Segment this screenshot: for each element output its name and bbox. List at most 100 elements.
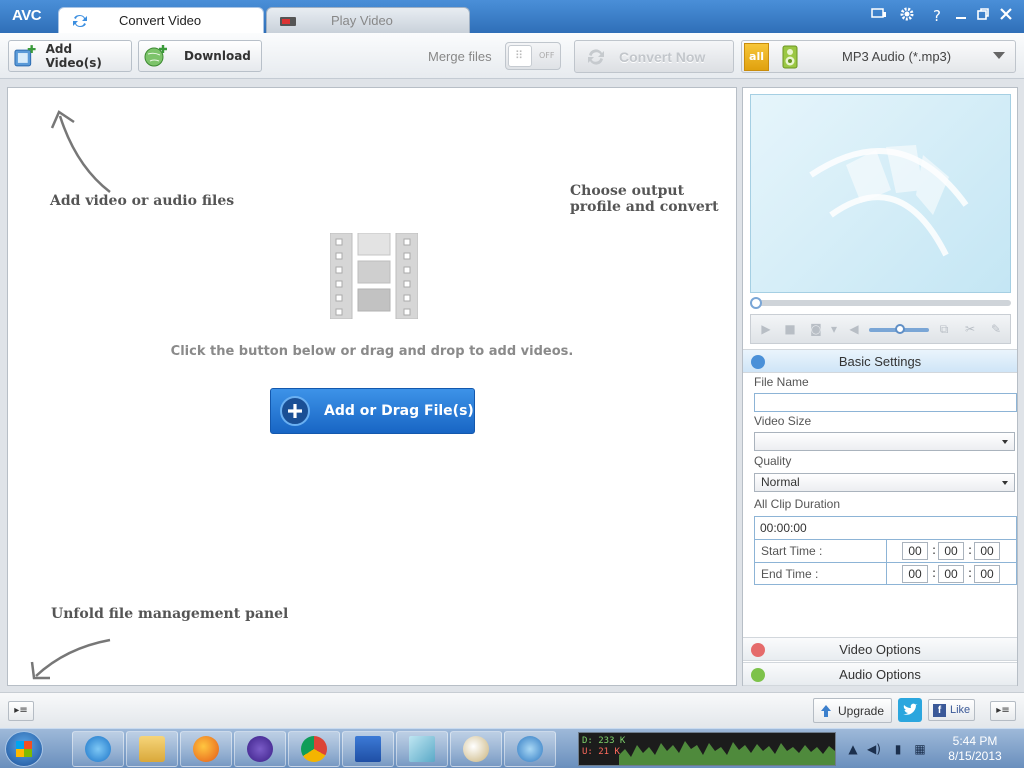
taskbar-firefox[interactable]	[180, 731, 232, 767]
crop-icon[interactable]: ⧉	[937, 322, 951, 336]
file-name-label: File Name	[754, 375, 809, 389]
add-videos-button[interactable]: Add Video(s)	[8, 40, 132, 72]
bittorrent-icon	[247, 736, 273, 762]
file-drop-area[interactable]: Add video or audio files Choose output p…	[7, 87, 737, 686]
tab-play-video[interactable]: Play Video	[266, 7, 470, 33]
tab-convert-video[interactable]: Convert Video	[58, 7, 264, 33]
convert-now-button[interactable]: Convert Now	[574, 40, 734, 73]
taskbar-word[interactable]	[342, 731, 394, 767]
basic-settings-header[interactable]: Basic Settings	[743, 349, 1017, 373]
cut-icon[interactable]: ✂	[963, 322, 977, 336]
twitter-icon[interactable]	[898, 698, 922, 722]
restore-icon[interactable]	[972, 6, 994, 26]
tray-expand-icon[interactable]: ▲	[845, 741, 861, 757]
chevron-down-icon[interactable]	[993, 52, 1005, 59]
convert-now-label: Convert Now	[619, 48, 706, 65]
divider	[886, 563, 887, 585]
seek-bar[interactable]	[751, 300, 1011, 306]
internet-explorer-icon	[85, 736, 111, 762]
taskbar-bittorrent[interactable]	[234, 731, 286, 767]
video-options-title: Video Options	[839, 642, 921, 657]
help-icon[interactable]: ?	[926, 6, 948, 26]
clock-date: 8/15/2013	[948, 749, 1002, 763]
merge-files-toggle[interactable]: OFF	[505, 42, 561, 70]
expand-panel-button[interactable]: ▸≡	[990, 701, 1016, 721]
toggle-knob	[508, 45, 532, 67]
download-rate: D: 233 K	[582, 736, 626, 746]
volume-icon[interactable]: ◀	[847, 322, 861, 336]
add-or-drag-files-button[interactable]: Add or Drag File(s)	[270, 388, 475, 434]
effects-wand-icon[interactable]: ✎	[989, 322, 1003, 336]
windows-taskbar: D: 233 K U: 21 K ▲ ◀) ▮ ▦ 5:44 PM 8/15/2…	[0, 728, 1024, 768]
add-video-icon	[14, 45, 36, 67]
bottom-bar: ▸≡ Upgrade f Like ▸≡	[0, 692, 1024, 728]
paint-icon	[463, 736, 489, 762]
clip-duration-label: All Clip Duration	[754, 497, 841, 511]
video-preview	[750, 94, 1011, 293]
output-profile-select[interactable]: all MP3 Audio (*.mp3)	[741, 40, 1016, 73]
tab-convert-label: Convert Video	[119, 13, 202, 28]
like-label: Like	[950, 704, 971, 716]
upgrade-button[interactable]: Upgrade	[813, 698, 892, 723]
monitor-icon[interactable]	[868, 6, 890, 26]
download-button[interactable]: Download	[138, 40, 262, 72]
stop-icon[interactable]: ■	[783, 322, 797, 336]
minimize-icon[interactable]	[950, 6, 972, 26]
audio-options-header[interactable]: Audio Options	[743, 662, 1017, 686]
player-controls: ▶ ■ ◙ ▾ ◀ ⧉ ✂ ✎	[750, 314, 1011, 344]
hint-add-files: Add video or audio files	[50, 193, 235, 209]
all-profiles-icon[interactable]: all	[744, 42, 769, 71]
end-hours-input[interactable]: 00	[902, 565, 928, 583]
video-options-icon	[751, 643, 765, 657]
time-colon: :	[932, 543, 937, 557]
volume-handle[interactable]	[895, 324, 905, 334]
taskbar-explorer[interactable]	[126, 731, 178, 767]
profile-value: MP3 Audio (*.mp3)	[842, 49, 952, 64]
start-seconds-input[interactable]: 00	[974, 542, 1000, 560]
speaker-profile-icon[interactable]	[777, 43, 802, 71]
taskbar-network-app[interactable]	[504, 731, 556, 767]
end-minutes-input[interactable]: 00	[938, 565, 964, 583]
power-icon[interactable]: ▮	[890, 741, 906, 757]
taskbar-chrome[interactable]	[288, 731, 340, 767]
taskbar-paint[interactable]	[450, 731, 502, 767]
quality-select[interactable]: Normal	[754, 473, 1015, 492]
start-minutes-input[interactable]: 00	[938, 542, 964, 560]
chevron-down-icon	[1002, 440, 1008, 444]
network-icon[interactable]: ▦	[912, 741, 928, 757]
time-colon: :	[932, 566, 937, 580]
film-reel-watermark-icon	[809, 145, 969, 257]
unfold-panel-button[interactable]: ▸≡	[8, 701, 34, 721]
add-or-drag-label: Add or Drag File(s)	[324, 403, 474, 419]
facebook-like-button[interactable]: f Like	[928, 699, 975, 721]
play-icon[interactable]: ▶	[759, 322, 773, 336]
start-hours-input[interactable]: 00	[902, 542, 928, 560]
upload-rate: U: 21 K	[582, 747, 620, 757]
video-options-header[interactable]: Video Options	[743, 637, 1017, 661]
file-name-input[interactable]	[754, 393, 1017, 412]
seek-handle[interactable]	[750, 297, 762, 309]
hint-choose-profile: Choose output profile and convert	[570, 183, 719, 215]
close-icon[interactable]	[995, 6, 1017, 26]
hint-unfold-panel: Unfold file management panel	[51, 606, 289, 622]
start-button[interactable]	[5, 731, 43, 767]
title-bar: AVC Convert Video Play Video ?	[0, 0, 1024, 33]
file-explorer-icon	[139, 736, 165, 762]
taskbar-notepad[interactable]	[396, 731, 448, 767]
end-seconds-input[interactable]: 00	[974, 565, 1000, 583]
tab-play-label: Play Video	[331, 13, 393, 28]
upgrade-label: Upgrade	[838, 703, 885, 718]
divider	[886, 540, 887, 562]
app-logo: AVC	[12, 7, 42, 24]
gear-icon[interactable]	[896, 6, 918, 26]
snapshot-dropdown-icon[interactable]: ▾	[827, 322, 841, 336]
end-time-label: End Time :	[761, 567, 819, 581]
taskbar-ie[interactable]	[72, 731, 124, 767]
start-time-row: Start Time : 00 : 00 : 00	[755, 539, 1016, 562]
snapshot-icon[interactable]: ◙	[809, 322, 823, 336]
facebook-icon: f	[933, 703, 946, 717]
video-size-select[interactable]	[754, 432, 1015, 451]
taskbar-clock[interactable]: 5:44 PM 8/15/2013	[936, 734, 1014, 764]
settings-icon	[751, 355, 765, 369]
speaker-icon[interactable]: ◀)	[866, 741, 882, 757]
